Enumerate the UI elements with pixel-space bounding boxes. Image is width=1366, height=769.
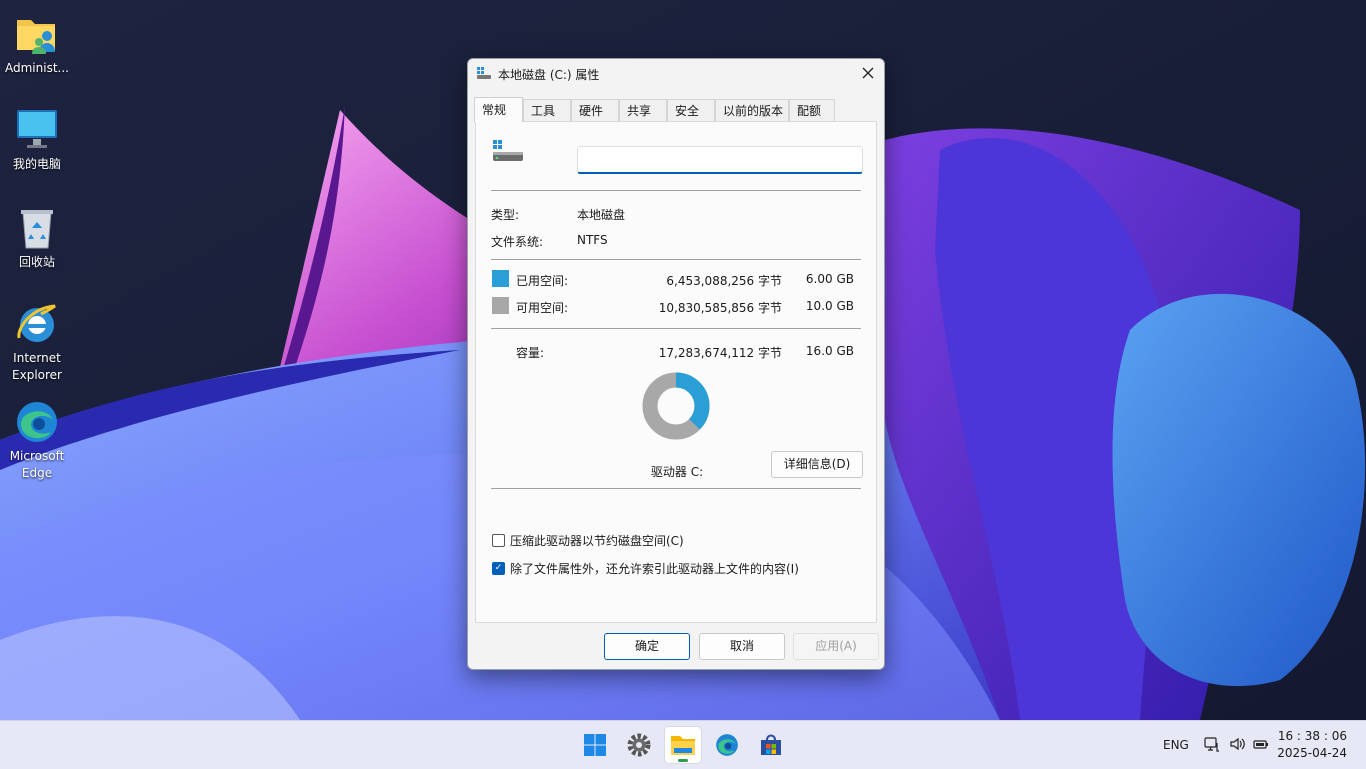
compress-checkbox[interactable] [492,534,505,547]
monitor-icon [17,110,57,148]
drive-properties-dialog: 本地磁盘 (C:) 属性 常规 工具 硬件 共享 安全 以前的版本 配额 类型:… [467,58,885,670]
file-system-label: 文件系统: [491,235,544,249]
desktop-icon-microsoft-edge[interactable]: Microsoft Edge [2,398,72,482]
desktop-icon-administrator[interactable]: Administ... [2,10,72,77]
tab-tools[interactable]: 工具 [523,99,571,121]
capacity-label: 容量: [516,346,545,360]
tab-hardware[interactable]: 硬件 [571,99,619,121]
separator [491,190,861,191]
used-space-gb: 6.00 GB [805,272,854,286]
desktop-icon-this-pc[interactable]: 我的电脑 [2,106,72,173]
free-space-label: 可用空间: [516,301,569,315]
taskbar-start-button[interactable] [577,727,613,763]
settings-icon [627,733,651,757]
desktop-icon-label: Microsoft Edge [9,449,65,480]
drive-icon [477,67,491,79]
ok-button[interactable]: 确定 [604,633,690,660]
desktop-icon-label: 我的电脑 [12,157,61,171]
network-icon[interactable] [1204,736,1220,752]
index-label: 除了文件属性外，还允许索引此驱动器上文件的内容(I) [510,562,799,576]
internet-explorer-icon [17,304,56,342]
taskbar: ENG 16 : 38 : 06 2025-04-24 [0,720,1366,769]
language-indicator[interactable]: ENG [1163,738,1189,752]
type-value: 本地磁盘 [577,208,626,222]
close-button[interactable] [852,59,884,87]
tab-sharing[interactable]: 共享 [619,99,667,121]
free-space-bytes: 10,830,585,856 字节 [658,301,782,315]
cancel-button[interactable]: 取消 [699,633,785,660]
desktop-icon-label: Internet Explorer [12,351,62,382]
desktop-icon-label: Administ... [5,61,69,75]
separator [491,259,861,260]
separator [491,488,861,489]
edge-icon [716,734,738,756]
tab-general[interactable]: 常规 [474,97,523,122]
apply-button[interactable]: 应用(A) [793,633,879,660]
clock-date[interactable]: 2025-04-24 [1277,746,1347,760]
desktop-icon-internet-explorer[interactable]: Internet Explorer [2,300,72,384]
index-option[interactable]: ✓ 除了文件属性外，还允许索引此驱动器上文件的内容(I) [492,560,799,577]
recycle-bin-icon [21,210,53,249]
user-folder-icon [17,20,55,54]
free-space-swatch [492,297,509,314]
compress-label: 压缩此驱动器以节约磁盘空间(C) [510,534,684,548]
dialog-title: 本地磁盘 (C:) 属性 [498,68,600,82]
battery-icon[interactable] [1253,736,1269,752]
volume-name-input[interactable] [577,146,863,174]
dialog-titlebar[interactable]: 本地磁盘 (C:) 属性 [468,59,884,89]
details-button[interactable]: 详细信息(D) [771,451,863,478]
disk-usage-donut [642,372,710,440]
drive-large-icon [493,140,523,161]
desktop-icon-recycle-bin[interactable]: 回收站 [2,204,72,271]
close-icon [862,67,874,79]
separator [491,328,861,329]
desktop-icon-label: 回收站 [18,255,55,269]
general-tab-panel: 类型: 本地磁盘 文件系统: NTFS 已用空间: 6,453,088,256 … [475,121,877,623]
tab-security[interactable]: 安全 [667,99,715,121]
compress-option[interactable]: 压缩此驱动器以节约磁盘空间(C) [492,532,684,549]
start-icon [584,734,606,756]
used-space-bytes: 6,453,088,256 字节 [666,274,782,288]
taskbar-file-explorer-button[interactable] [665,727,701,763]
capacity-gb: 16.0 GB [805,344,854,358]
active-app-indicator [678,759,688,762]
file-explorer-icon [671,736,695,755]
taskbar-edge-button[interactable] [709,727,745,763]
index-checkbox[interactable]: ✓ [492,562,505,575]
type-label: 类型: [491,208,520,222]
tab-previous-versions[interactable]: 以前的版本 [715,99,789,121]
taskbar-settings-button[interactable] [621,727,657,763]
file-system-value: NTFS [577,233,608,247]
clock-time[interactable]: 16 : 38 : 06 [1278,729,1347,743]
used-space-label: 已用空间: [516,274,569,288]
volume-icon[interactable] [1229,736,1245,752]
capacity-bytes: 17,283,674,112 字节 [658,346,782,360]
used-space-swatch [492,270,509,287]
tab-quota[interactable]: 配额 [789,99,835,121]
edge-icon [17,402,57,442]
free-space-gb: 10.0 GB [805,299,854,313]
store-icon [761,734,781,755]
taskbar-store-button[interactable] [753,727,789,763]
